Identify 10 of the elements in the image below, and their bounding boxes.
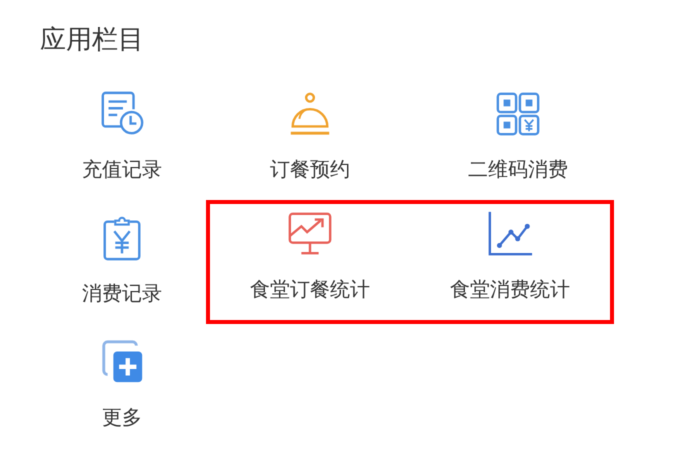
app-tile[interactable]: 食堂订餐统计: [210, 204, 410, 320]
qr-code-icon: [494, 90, 542, 138]
app-tile[interactable]: 食堂消费统计: [410, 204, 610, 320]
section-title: 应用栏目: [40, 24, 145, 57]
app-tile[interactable]: 二维码消费: [418, 84, 618, 200]
app-tile[interactable]: 更多: [42, 332, 202, 448]
app-tile[interactable]: 订餐预约: [210, 84, 410, 200]
line-chart-icon: [486, 210, 534, 258]
app-tile[interactable]: 充值记录: [42, 84, 202, 200]
app-tile[interactable]: 消费记录: [42, 208, 202, 324]
